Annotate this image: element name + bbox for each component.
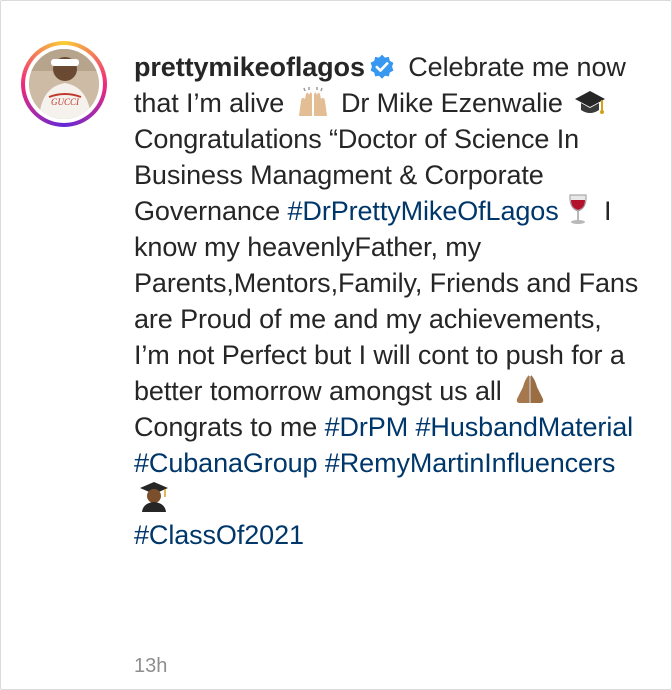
hashtag-link[interactable]: #ClassOf2021 bbox=[134, 520, 304, 550]
hashtag-link[interactable]: #DrPrettyMikeOfLagos bbox=[288, 196, 559, 226]
folded-hands-emoji bbox=[516, 375, 544, 403]
hashtag-link[interactable]: #DrPM bbox=[325, 412, 409, 442]
wine-glass-emoji bbox=[569, 194, 587, 224]
hashtag-link[interactable]: #HusbandMaterial bbox=[416, 412, 634, 442]
raising-hands-emoji bbox=[298, 87, 327, 116]
avatar[interactable]: GUCCI bbox=[29, 49, 99, 119]
post-comment-card: GUCCI prettymikeoflagos Celebrate me now… bbox=[0, 0, 672, 690]
graduation-cap-emoji bbox=[575, 91, 606, 114]
hashtag-link[interactable]: #RemyMartinInfluencers bbox=[325, 448, 616, 478]
avatar-story-ring[interactable]: GUCCI bbox=[21, 41, 107, 127]
verified-badge-icon bbox=[370, 54, 394, 79]
svg-text:GUCCI: GUCCI bbox=[51, 97, 80, 107]
graduate-emoji bbox=[140, 482, 168, 512]
caption-segment: Dr Mike Ezenwalie bbox=[333, 88, 571, 118]
caption-segment: I know my heavenlyFather, my Parents,Men… bbox=[134, 196, 639, 406]
avatar-border: GUCCI bbox=[25, 45, 103, 123]
post-timestamp[interactable]: 13h bbox=[134, 655, 167, 678]
caption-segment: Congrats to me bbox=[134, 412, 325, 442]
username-link[interactable]: prettymikeoflagos bbox=[134, 52, 365, 82]
hashtag-link[interactable]: #CubanaGroup bbox=[134, 448, 318, 478]
caption-text: prettymikeoflagos Celebrate me now that … bbox=[134, 49, 639, 553]
avatar-photo-icon: GUCCI bbox=[29, 49, 99, 119]
